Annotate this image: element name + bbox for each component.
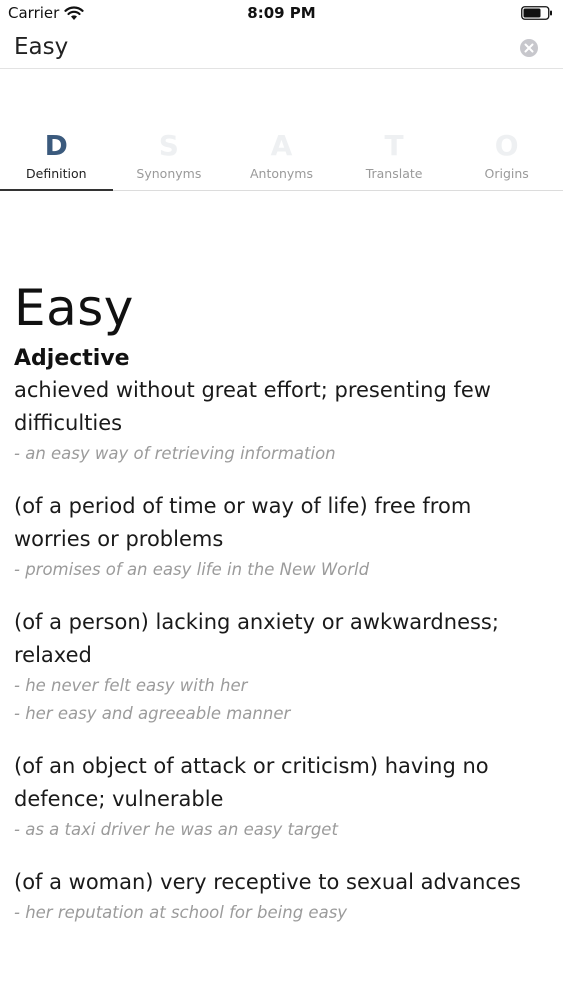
tab-definition[interactable]: D Definition: [0, 128, 113, 191]
tab-translate-label: Translate: [365, 166, 423, 181]
tab-origins-label: Origins: [484, 166, 529, 181]
battery-icon: [521, 6, 552, 20]
sense-example: promises of an easy life in the New Worl…: [14, 556, 549, 584]
sense-item: (of a woman) very receptive to sexual ad…: [14, 866, 549, 927]
status-time: 8:09 PM: [247, 4, 316, 22]
sense-example: as a taxi driver he was an easy target: [14, 816, 549, 844]
sense-example: an easy way of retrieving information: [14, 440, 549, 468]
tab-translate[interactable]: T Translate: [338, 128, 451, 190]
tab-origins[interactable]: O Origins: [450, 128, 563, 190]
word-title: Easy: [14, 279, 134, 337]
tab-antonyms-label: Antonyms: [249, 166, 313, 181]
clear-icon[interactable]: [519, 38, 539, 58]
tab-synonyms[interactable]: S Synonyms: [113, 128, 226, 190]
sense-item: (of a period of time or way of life) fre…: [14, 490, 549, 584]
sense-item: (of a person) lacking anxiety or awkward…: [14, 606, 549, 728]
part-of-speech: Adjective: [14, 346, 130, 371]
sense-example: her reputation at school for being easy: [14, 899, 549, 927]
search-input[interactable]: [14, 30, 494, 64]
status-bar: Carrier 8:09 PM: [0, 0, 563, 30]
sense-definition: (of a person) lacking anxiety or awkward…: [14, 610, 499, 667]
sense-definition: achieved without great effort; presentin…: [14, 378, 491, 435]
search-bar: [0, 28, 563, 69]
sense-definition: (of an object of attack or criticism) ha…: [14, 754, 489, 811]
definition-content: Easy Adjective achieved without great ef…: [14, 276, 549, 949]
tab-synonyms-label: Synonyms: [136, 166, 202, 181]
tab-antonyms[interactable]: A Antonyms: [225, 128, 338, 190]
tab-translate-letter: T: [384, 129, 404, 162]
sense-example: her easy and agreeable manner: [14, 700, 549, 728]
tab-synonyms-letter: S: [158, 129, 179, 162]
sense-definition: (of a period of time or way of life) fre…: [14, 494, 472, 551]
sense-definition: (of a woman) very receptive to sexual ad…: [14, 870, 521, 894]
sense-item: achieved without great effort; presentin…: [14, 374, 549, 468]
tab-definition-letter: D: [44, 129, 68, 162]
tab-bar: D Definition S Synonyms A Antonyms T Tra…: [0, 128, 563, 191]
tab-antonyms-letter: A: [270, 129, 293, 162]
tab-origins-letter: O: [494, 129, 519, 162]
sense-example: he never felt easy with her: [14, 672, 549, 700]
sense-item: (of an object of attack or criticism) ha…: [14, 750, 549, 844]
tab-definition-label: Definition: [26, 166, 87, 181]
